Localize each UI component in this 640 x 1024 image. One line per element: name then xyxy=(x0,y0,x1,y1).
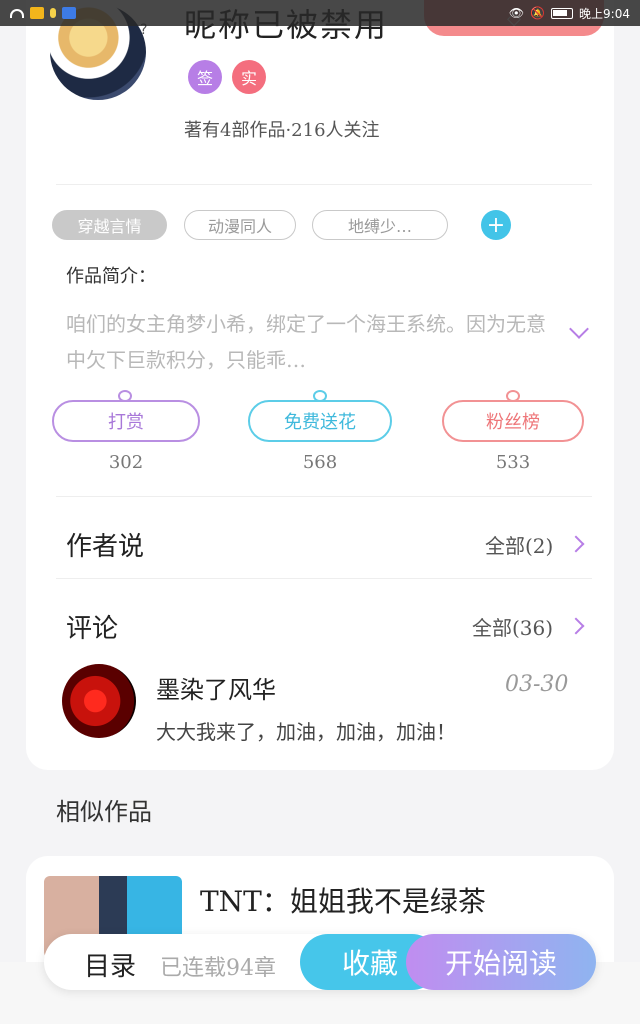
comment-date: 03-30 xyxy=(505,672,569,697)
author-stats: 著有4部作品·216人关注 xyxy=(184,120,380,141)
wifi-icon xyxy=(10,8,24,18)
divider xyxy=(56,578,592,579)
author-says-more-link[interactable]: 全部(2) xyxy=(485,530,553,559)
serial-status: 已连载94章 xyxy=(160,956,276,981)
battery-icon xyxy=(551,7,574,19)
mute-icon: 🔕 xyxy=(530,6,546,20)
table-of-contents-button[interactable]: 目录 xyxy=(84,946,136,983)
tag-anime-fanfic[interactable]: 动漫同人 xyxy=(184,210,296,240)
fans-count: 533 xyxy=(495,452,531,473)
app-notification-icon xyxy=(62,7,76,19)
author-says-title: 作者说 xyxy=(66,532,145,562)
commenter-avatar[interactable] xyxy=(62,664,136,738)
app-notification-icon xyxy=(30,7,44,19)
similar-works-title: 相似作品 xyxy=(56,798,152,826)
tip-button[interactable]: 打赏 xyxy=(52,400,200,442)
tag-time-travel-romance[interactable]: 穿越言情 xyxy=(52,210,167,240)
eye-icon: 👁 xyxy=(508,6,525,20)
signed-badge: 签 xyxy=(188,60,222,94)
fans-ranking-button[interactable]: 粉丝榜 xyxy=(442,400,584,442)
flower-count: 568 xyxy=(302,452,338,473)
comments-title: 评论 xyxy=(66,614,119,644)
tag-third[interactable]: 地缚少… xyxy=(312,210,448,240)
status-bar: 👁 🔕 晚上9:04 xyxy=(0,0,640,26)
divider xyxy=(56,496,592,497)
send-flower-button[interactable]: 免费送花 xyxy=(248,400,392,442)
tip-count: 302 xyxy=(108,452,144,473)
comments-more-link[interactable]: 全部(36) xyxy=(472,612,553,641)
verified-badge: 实 xyxy=(232,60,266,94)
intro-body[interactable]: 咱们的女主角梦小希，绑定了一个海王系统。因为无意中欠下巨款积分，只能乖… xyxy=(66,306,556,378)
start-reading-button[interactable]: 开始阅读 xyxy=(406,934,596,990)
clock-time: 晚上9:04 xyxy=(579,6,630,21)
notification-dot-icon xyxy=(50,8,56,18)
commenter-name[interactable]: 墨染了风华 xyxy=(156,670,276,705)
divider xyxy=(56,184,592,185)
add-tag-button[interactable]: + xyxy=(481,210,511,240)
similar-work-title[interactable]: TNT：姐姐我不是绿茶 xyxy=(200,880,486,920)
comment-text: 大大我来了，加油，加油，加油！ xyxy=(156,720,456,744)
intro-title: 作品简介： xyxy=(66,266,156,287)
